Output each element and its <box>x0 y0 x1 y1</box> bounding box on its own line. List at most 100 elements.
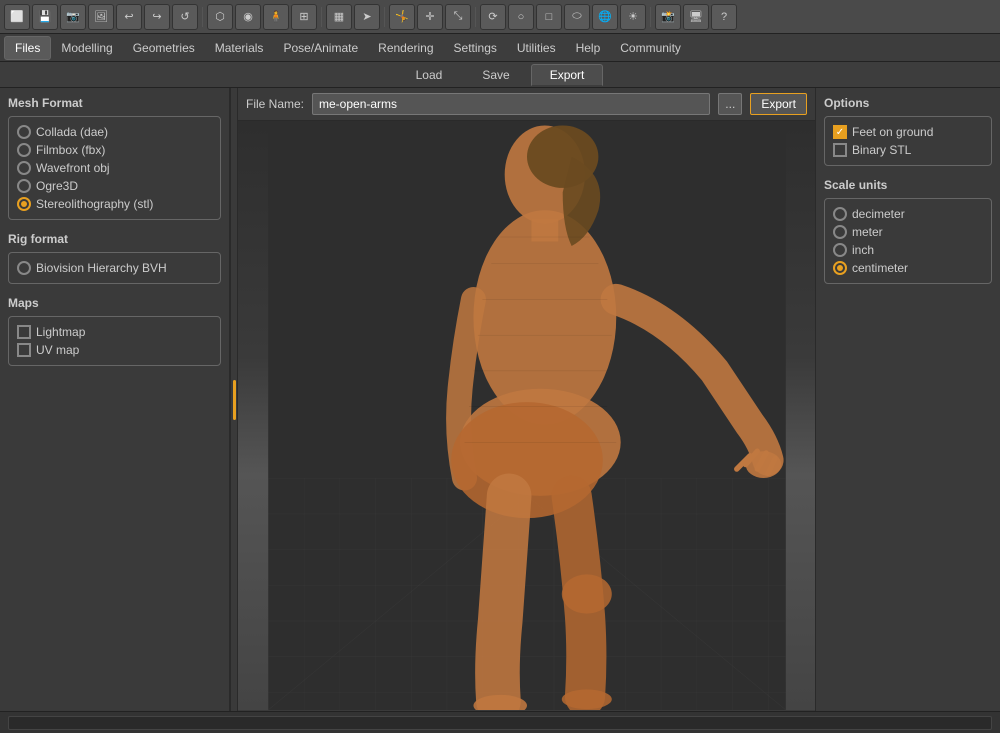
section-box: Lightmap UV map <box>8 316 221 366</box>
mesh-icon[interactable]: ⬡ <box>207 4 233 30</box>
section-box: Biovision Hierarchy BVH <box>8 252 221 284</box>
screenshot-icon[interactable]: 🖥 <box>683 4 709 30</box>
section-options: OptionsFeet on groundBinary STL <box>824 96 992 166</box>
right-panel: OptionsFeet on groundBinary STLScale uni… <box>815 88 1000 711</box>
menubar: FilesModellingGeometriesMaterialsPose/An… <box>0 34 1000 62</box>
menu-item-help[interactable]: Help <box>566 37 611 59</box>
browse-button[interactable]: ... <box>718 93 742 115</box>
option-label: decimeter <box>852 207 905 221</box>
radio-indicator <box>833 225 847 239</box>
radio-indicator <box>833 243 847 257</box>
viewport: File Name: ... Export <box>238 88 815 711</box>
window-icon[interactable]: ⬜ <box>4 4 30 30</box>
option-filmbox--fbx-[interactable]: Filmbox (fbx) <box>17 141 212 159</box>
option-feet-on-ground[interactable]: Feet on ground <box>833 123 983 141</box>
section-scale-units: Scale unitsdecimetermeterinchcentimeter <box>824 178 992 284</box>
option-label: Wavefront obj <box>36 161 110 175</box>
option-lightmap[interactable]: Lightmap <box>17 323 212 341</box>
undo-icon[interactable]: ↩ <box>116 4 142 30</box>
rotate-icon[interactable]: ⟳ <box>480 4 506 30</box>
radio-indicator <box>17 197 31 211</box>
scale-icon[interactable]: ⤡ <box>445 4 471 30</box>
checkbox-indicator <box>833 143 847 157</box>
redo-icon[interactable]: ↪ <box>144 4 170 30</box>
light-icon[interactable]: ☀ <box>620 4 646 30</box>
filename-label: File Name: <box>246 97 304 111</box>
render-icon[interactable]: 🖼 <box>88 4 114 30</box>
export-button[interactable]: Export <box>750 93 807 115</box>
main-area: Mesh FormatCollada (dae)Filmbox (fbx)Wav… <box>0 88 1000 711</box>
option-collada--dae-[interactable]: Collada (dae) <box>17 123 212 141</box>
help-icon[interactable]: ? <box>711 4 737 30</box>
option-label: Binary STL <box>852 143 911 157</box>
section-maps: Maps Lightmap UV map <box>8 296 221 366</box>
figure-icon[interactable]: 🧍 <box>263 4 289 30</box>
option-label: meter <box>852 225 883 239</box>
menu-item-materials[interactable]: Materials <box>205 37 274 59</box>
radio-indicator <box>17 143 31 157</box>
subtab-load[interactable]: Load <box>397 64 462 86</box>
section-box: decimeter meter inch centimeter <box>824 198 992 284</box>
option-decimeter[interactable]: decimeter <box>833 205 983 223</box>
toolbar: ⬜💾📷🖼↩↪↺ ⬡◉🧍⊞ ▦➤ 🤸✛⤡ ⟳○□⬭🌐☀ 📸🖥? <box>0 0 1000 34</box>
subtab-export[interactable]: Export <box>531 64 604 86</box>
menu-item-rendering[interactable]: Rendering <box>368 37 443 59</box>
option-label: Biovision Hierarchy BVH <box>36 261 167 275</box>
toolbar-separator <box>475 7 476 27</box>
section-box: Collada (dae) Filmbox (fbx) Wavefront obj O… <box>8 116 221 220</box>
option-label: UV map <box>36 343 79 357</box>
menu-item-pose-animate[interactable]: Pose/Animate <box>273 37 368 59</box>
viewport-canvas[interactable] <box>238 121 815 710</box>
option-ogre3d[interactable]: Ogre3D <box>17 177 212 195</box>
menu-item-files[interactable]: Files <box>4 36 51 60</box>
option-inch[interactable]: inch <box>833 241 983 259</box>
camera-icon[interactable]: 📷 <box>60 4 86 30</box>
section-mesh-format: Mesh FormatCollada (dae)Filmbox (fbx)Wav… <box>8 96 221 220</box>
subtabs: LoadSaveExport <box>0 62 1000 88</box>
radio-indicator <box>17 161 31 175</box>
option-stereolithography--stl-[interactable]: Stereolithography (stl) <box>17 195 212 213</box>
toolbar-separator <box>202 7 203 27</box>
menu-item-community[interactable]: Community <box>610 37 691 59</box>
move-icon[interactable]: ✛ <box>417 4 443 30</box>
camera2-icon[interactable]: 📸 <box>655 4 681 30</box>
sphere-icon[interactable]: ◉ <box>235 4 261 30</box>
radio-indicator <box>17 179 31 193</box>
section-title: Maps <box>8 296 221 310</box>
option-label: Feet on ground <box>852 125 933 139</box>
checkbox-indicator <box>17 325 31 339</box>
option-meter[interactable]: meter <box>833 223 983 241</box>
pose-icon[interactable]: 🤸 <box>389 4 415 30</box>
option-label: Stereolithography (stl) <box>36 197 153 211</box>
statusbar-field <box>8 716 992 730</box>
section-rig-format: Rig formatBiovision Hierarchy BVH <box>8 232 221 284</box>
section-box: Feet on ground Binary STL <box>824 116 992 166</box>
option-label: Collada (dae) <box>36 125 108 139</box>
option-label: centimeter <box>852 261 908 275</box>
option-biovision-hierarchy-bvh[interactable]: Biovision Hierarchy BVH <box>17 259 212 277</box>
disk-icon[interactable]: 💾 <box>32 4 58 30</box>
filename-input[interactable] <box>312 93 710 115</box>
subtab-save[interactable]: Save <box>463 64 528 86</box>
menu-item-modelling[interactable]: Modelling <box>51 37 122 59</box>
circle-icon[interactable]: ○ <box>508 4 534 30</box>
option-wavefront-obj[interactable]: Wavefront obj <box>17 159 212 177</box>
globe-icon[interactable]: 🌐 <box>592 4 618 30</box>
panel-divider[interactable] <box>230 88 238 711</box>
option-binary-stl[interactable]: Binary STL <box>833 141 983 159</box>
reset-icon[interactable]: ↺ <box>172 4 198 30</box>
menu-item-geometries[interactable]: Geometries <box>123 37 205 59</box>
grid-icon[interactable]: ⊞ <box>291 4 317 30</box>
box-icon[interactable]: □ <box>536 4 562 30</box>
radio-indicator <box>17 261 31 275</box>
statusbar <box>0 711 1000 733</box>
menu-item-settings[interactable]: Settings <box>444 37 507 59</box>
texture-icon[interactable]: ▦ <box>326 4 352 30</box>
menu-item-utilities[interactable]: Utilities <box>507 37 566 59</box>
arrow-icon[interactable]: ➤ <box>354 4 380 30</box>
option-label: inch <box>852 243 874 257</box>
radio-indicator <box>833 261 847 275</box>
option-centimeter[interactable]: centimeter <box>833 259 983 277</box>
option-uv-map[interactable]: UV map <box>17 341 212 359</box>
cylinder-icon[interactable]: ⬭ <box>564 4 590 30</box>
